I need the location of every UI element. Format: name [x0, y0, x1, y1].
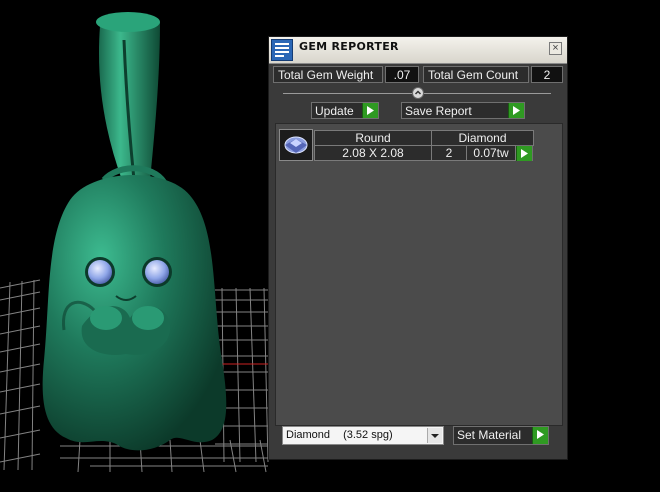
- gem-reporter-app-icon: [271, 39, 293, 61]
- play-arrow-icon: [508, 103, 524, 118]
- total-gem-weight-label-text: Total Gem Weight: [278, 68, 374, 82]
- gem-size-cell: 2.08 X 2.08: [314, 145, 432, 161]
- right-eye-gem: [142, 257, 172, 287]
- set-material-button-label: Set Material: [457, 428, 522, 442]
- close-icon: ×: [552, 42, 559, 54]
- total-gem-weight-label: Total Gem Weight: [273, 66, 383, 83]
- play-arrow-icon: [532, 427, 548, 444]
- total-gem-count-value: 2: [531, 66, 563, 83]
- close-button[interactable]: ×: [549, 42, 562, 55]
- play-arrow-icon: [362, 103, 378, 118]
- total-gem-count-label: Total Gem Count: [423, 66, 529, 83]
- round-diamond-icon: [279, 129, 313, 161]
- left-eye-gem: [85, 257, 115, 287]
- save-report-button-label: Save Report: [405, 104, 472, 118]
- set-material-button[interactable]: Set Material: [453, 426, 549, 445]
- panel-titlebar[interactable]: GEM REPORTER ×: [269, 37, 567, 64]
- gem-shape-cell: Round: [314, 130, 432, 146]
- gem-quantity-cell: 2: [431, 145, 467, 161]
- gem-reporter-panel: GEM REPORTER × Total Gem Weight .07 Tota…: [268, 36, 568, 460]
- panel-title: GEM REPORTER: [299, 40, 399, 53]
- gem-list[interactable]: Round Diamond 2.08 X 2.08 2 0.07tw: [275, 123, 563, 426]
- collapse-toggle[interactable]: [412, 87, 424, 99]
- gem-weight-cell: 0.07tw: [466, 145, 516, 161]
- total-gem-weight-value: .07: [385, 66, 419, 83]
- chevron-up-icon: [414, 90, 422, 95]
- material-select-name: Diamond: [286, 429, 331, 441]
- update-button[interactable]: Update: [311, 102, 379, 119]
- material-select-spg: (3.52 spg): [343, 429, 393, 441]
- save-report-button[interactable]: Save Report: [401, 102, 525, 119]
- gem-material-cell: Diamond: [431, 130, 534, 146]
- total-gem-count-label-text: Total Gem Count: [428, 68, 519, 82]
- gem-row-arrow-button[interactable]: [516, 145, 533, 161]
- chevron-down-icon: [427, 428, 442, 443]
- play-arrow-icon: [516, 146, 532, 161]
- ghost-pendant-model[interactable]: [42, 12, 227, 451]
- update-button-label: Update: [315, 104, 354, 118]
- material-select[interactable]: Diamond (3.52 spg): [282, 426, 444, 445]
